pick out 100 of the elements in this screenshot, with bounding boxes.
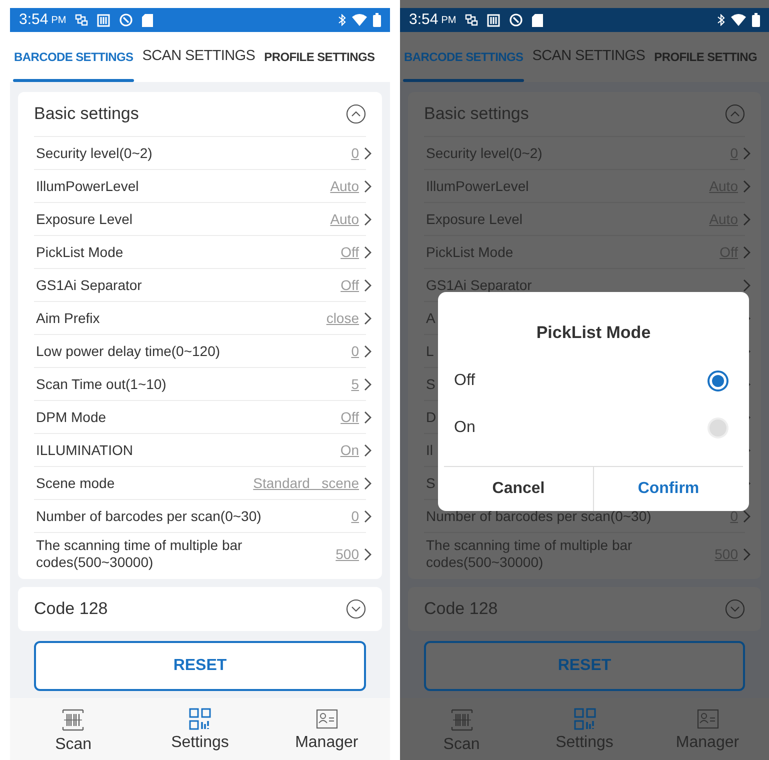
battery-icon <box>373 13 381 27</box>
setting-label: Number of barcodes per scan(0~30) <box>425 508 652 524</box>
status-ampm: PM <box>51 14 66 28</box>
setting-value[interactable]: 0 <box>351 340 359 362</box>
confirm-button[interactable]: Confirm <box>593 466 743 510</box>
tab[interactable]: PROFILE SETTING <box>653 32 758 82</box>
section-title: Code 128 <box>34 598 108 620</box>
setting-label: Number of barcodes per scan(0~30) <box>35 508 262 524</box>
setting-label: Aim Prefix <box>35 310 100 326</box>
chevron-right-icon[interactable] <box>364 378 372 390</box>
status-time: 3:54 <box>19 10 48 30</box>
sd-card-icon <box>142 14 154 26</box>
setting-value[interactable]: On <box>340 440 359 460</box>
blocked-circle-icon <box>509 13 524 27</box>
setting-label: S <box>425 474 436 492</box>
bluetooth-icon <box>717 14 725 26</box>
barcode-scan-icon <box>450 708 474 732</box>
barcode-icon <box>487 14 500 26</box>
reset-button[interactable]: RESET <box>34 641 366 691</box>
qr-code-icon <box>574 708 596 730</box>
setting-label: Scene mode <box>35 474 115 492</box>
expand-icon[interactable] <box>346 599 366 619</box>
setting-label: ILLUMINATION <box>35 442 133 458</box>
setting-label: Exposure Level <box>425 210 523 228</box>
chevron-right-icon[interactable] <box>364 312 372 324</box>
battery-icon <box>752 13 760 27</box>
status-time: 3:54 <box>409 10 438 30</box>
setting-label: Il <box>425 442 433 458</box>
tab[interactable]: BARCODE SETTINGS <box>13 32 134 82</box>
setting-label: L <box>425 342 434 360</box>
setting-label: Security level(0~2) <box>35 144 152 162</box>
setting-label: D <box>425 408 436 426</box>
setting-label: DPM Mode <box>35 408 106 426</box>
tab[interactable]: PROFILE SETTINGS <box>263 32 376 82</box>
chevron-right-icon[interactable] <box>364 344 372 358</box>
radio-option[interactable]: On <box>438 404 749 452</box>
nav-item[interactable]: Manager <box>662 708 752 755</box>
cancel-button[interactable]: Cancel <box>444 466 593 510</box>
setting-label: GS1Ai Separator <box>425 276 532 294</box>
setting-value[interactable]: Auto <box>330 176 359 196</box>
barcode-icon <box>97 14 110 26</box>
qr-code-icon <box>188 708 211 730</box>
setting-label: A <box>425 310 436 326</box>
setting-value[interactable]: 500 <box>336 544 359 564</box>
setting-label: IllumPowerLevel <box>35 178 139 194</box>
radio-icon[interactable] <box>707 370 729 392</box>
wifi-icon <box>731 14 746 26</box>
setting-label: Scan Time out(1~10) <box>35 376 166 392</box>
setting-value[interactable]: close <box>326 308 359 328</box>
setting-value[interactable]: 0 <box>351 142 359 164</box>
chevron-right-icon[interactable] <box>743 510 751 522</box>
reset-button[interactable]: RESET <box>424 641 745 691</box>
setting-value[interactable]: Off <box>340 242 359 262</box>
chevron-right-icon[interactable] <box>364 278 372 292</box>
setting-value[interactable]: 5 <box>351 374 359 394</box>
setting-value[interactable]: Auto <box>330 208 359 230</box>
setting-label: S <box>425 376 436 392</box>
setting-label: The scanning time of multiple bar codes(500~30000) <box>425 537 634 571</box>
setting-value[interactable]: Standard scene <box>253 472 359 494</box>
nav-item[interactable]: Settings <box>154 708 245 755</box>
tab[interactable]: BARCODE SETTINGS <box>403 32 524 82</box>
nav-item[interactable]: Manager <box>282 708 372 755</box>
tab[interactable]: SCAN SETTINGS <box>531 32 646 82</box>
chevron-right-icon[interactable] <box>364 444 372 456</box>
section-title: Basic settings <box>34 103 139 126</box>
setting-label: Low power delay time(0~120) <box>35 342 220 360</box>
dialog-title: PickList Mode <box>535 322 652 344</box>
sd-card-icon <box>532 14 544 26</box>
chevron-right-icon[interactable] <box>364 246 372 258</box>
section-title: Basic settings <box>424 103 529 126</box>
radio-option[interactable]: Off <box>438 358 749 404</box>
barcode-scan-icon <box>61 708 86 732</box>
collapse-icon[interactable] <box>346 104 366 124</box>
connection-icon <box>75 14 88 26</box>
chevron-right-icon[interactable] <box>364 146 372 160</box>
chevron-right-icon[interactable] <box>364 212 372 226</box>
tab[interactable]: SCAN SETTINGS <box>141 32 256 82</box>
nav-item[interactable]: Scan <box>416 708 506 757</box>
id-card-icon <box>696 708 718 730</box>
chevron-right-icon[interactable] <box>364 548 372 560</box>
section-title: Code 128 <box>424 598 498 620</box>
chevron-right-icon[interactable] <box>364 510 372 522</box>
setting-value[interactable]: 0 <box>351 506 359 526</box>
chevron-right-icon[interactable] <box>364 410 372 424</box>
wifi-icon <box>352 14 367 26</box>
setting-label: IllumPowerLevel <box>425 178 529 194</box>
nav-item[interactable]: Settings <box>540 708 630 755</box>
setting-value[interactable]: Off <box>340 406 359 428</box>
setting-label: The scanning time of multiple bar codes(500~30000) <box>35 537 244 571</box>
id-card-icon <box>316 708 338 730</box>
nav-item[interactable]: Scan <box>28 708 118 757</box>
setting-label: PickList Mode <box>425 244 514 260</box>
chevron-right-icon[interactable] <box>364 180 372 192</box>
setting-value[interactable]: Off <box>340 274 359 296</box>
chevron-right-icon[interactable] <box>364 476 372 490</box>
setting-label: PickList Mode <box>35 244 124 260</box>
bluetooth-icon <box>338 14 346 26</box>
status-ampm: PM <box>441 14 456 28</box>
connection-icon <box>465 14 478 26</box>
blocked-circle-icon <box>119 13 134 27</box>
